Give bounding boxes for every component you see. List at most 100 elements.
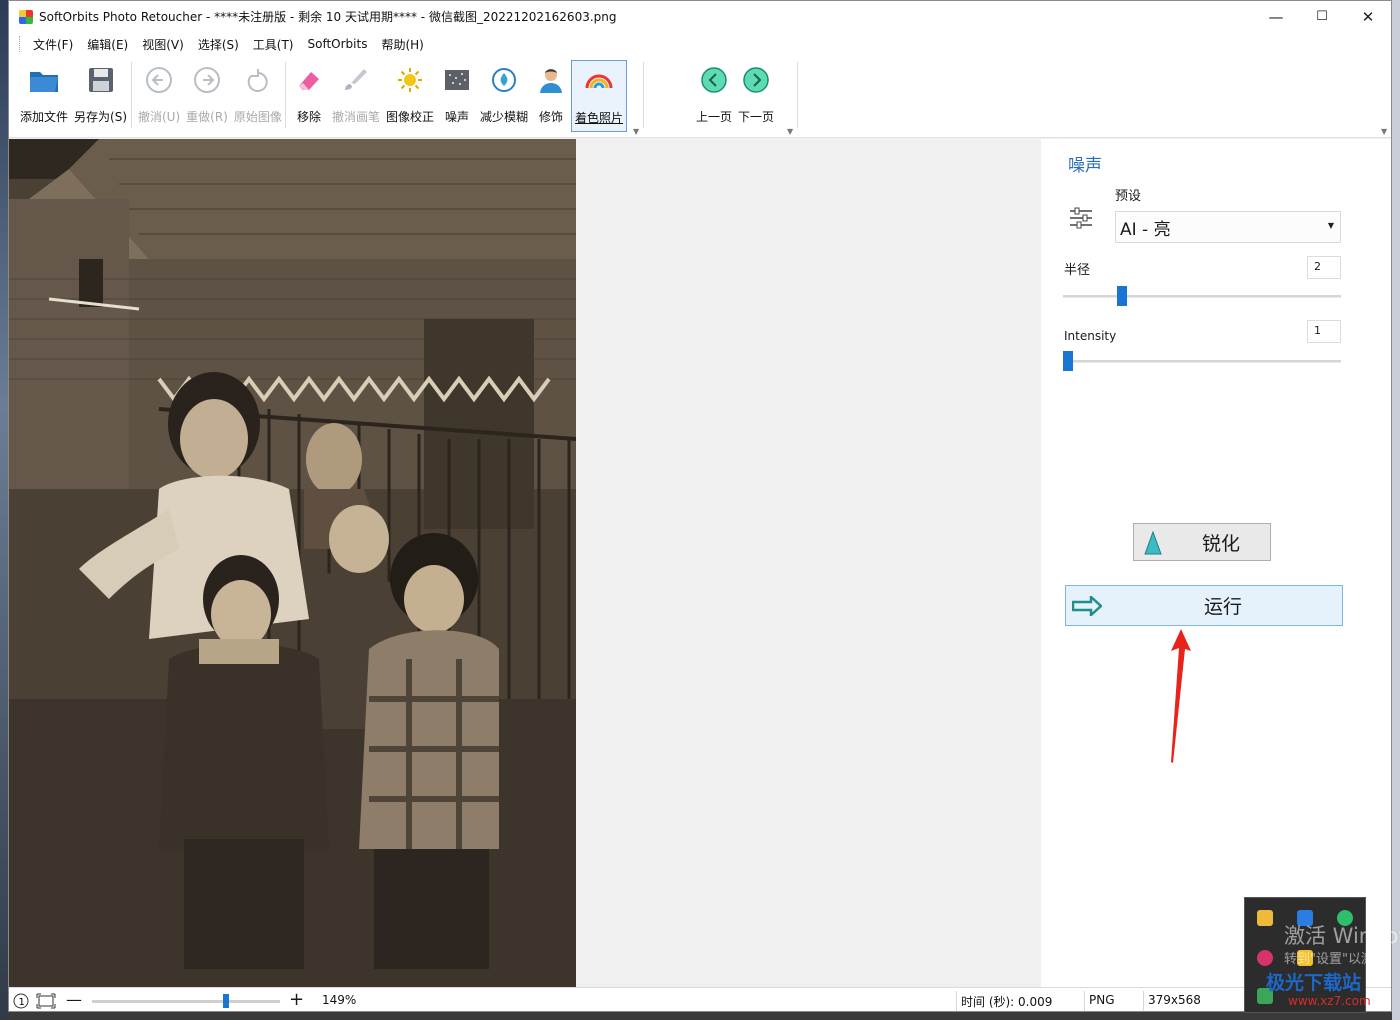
- previous-page-label: 上一页: [696, 110, 733, 124]
- menu-grip: [19, 36, 21, 52]
- zoom-out-button[interactable]: —: [66, 990, 82, 1009]
- window-title: SoftOrbits Photo Retoucher - ****未注册版 - …: [39, 10, 617, 24]
- colorize-photo-button[interactable]: 着色照片: [571, 60, 628, 132]
- minimize-button[interactable]: —: [1253, 1, 1299, 32]
- menu-help[interactable]: 帮助(H): [374, 36, 430, 53]
- add-file-button[interactable]: 添加文件: [17, 60, 71, 132]
- status-bar: 1 — + 149% 时间 (秒): 0.009 PNG 379x568: [9, 987, 1391, 1011]
- actual-size-icon[interactable]: 1: [13, 993, 29, 1009]
- menu-file[interactable]: 文件(F): [26, 36, 80, 53]
- status-separator: [1084, 991, 1085, 1011]
- sharpen-button[interactable]: 锐化: [1133, 523, 1271, 561]
- previous-page-icon: [697, 62, 731, 98]
- svg-text:1: 1: [19, 997, 25, 1008]
- deblur-button[interactable]: 减少模糊: [477, 60, 531, 132]
- tray-app-icon[interactable]: [1257, 910, 1273, 926]
- zoom-slider-thumb[interactable]: [223, 994, 229, 1008]
- redo-icon: [190, 62, 224, 98]
- noise-button[interactable]: 噪声: [437, 60, 477, 132]
- photo-preview[interactable]: [9, 139, 576, 987]
- retouch-label: 修饰: [539, 110, 564, 124]
- panel-title: 噪声: [1068, 156, 1102, 176]
- intensity-slider[interactable]: [1063, 351, 1341, 371]
- remove-button[interactable]: 移除: [289, 60, 329, 132]
- tray-app2-icon[interactable]: [1257, 950, 1273, 966]
- next-page-button[interactable]: 下一页: [735, 60, 777, 132]
- add-file-label: 添加文件: [20, 110, 69, 124]
- image-correction-button[interactable]: 图像校正: [383, 60, 437, 132]
- toolbar: 添加文件 另存为(S) 撤消(U) 重做(R) 原始图像 移除 撤消画笔 图像校…: [9, 56, 1391, 138]
- remove-label: 移除: [296, 110, 321, 124]
- next-page-label: 下一页: [738, 110, 775, 124]
- maximize-button[interactable]: ☐: [1299, 1, 1345, 32]
- menu-select[interactable]: 选择(S): [191, 36, 246, 53]
- deblur-icon: [487, 62, 521, 98]
- menu-view[interactable]: 视图(V): [135, 36, 191, 53]
- menu-softorbits[interactable]: SoftOrbits: [301, 37, 375, 51]
- settings-panel: 噪声 预设 AI - 亮 ▼ 半径 2 Intensity 1 锐化 运行: [1041, 139, 1391, 987]
- open-folder-icon: [27, 62, 61, 98]
- sepia-photo-image: [9, 139, 576, 987]
- toolbar-overflow-icon[interactable]: ▼: [633, 127, 639, 136]
- app-logo-icon: [19, 9, 33, 24]
- eraser-icon: [292, 62, 326, 98]
- zoom-slider[interactable]: [92, 994, 280, 1008]
- zoom-in-button[interactable]: +: [289, 989, 304, 1010]
- zoom-percent: 149%: [322, 993, 357, 1007]
- toolbar-nav-group: 上一页 下一页: [693, 60, 777, 134]
- site-watermark: 极光下载站: [1266, 972, 1362, 994]
- colorize-photo-label: 着色照片: [575, 111, 624, 125]
- radius-slider-thumb[interactable]: [1117, 286, 1127, 306]
- image-dimensions: 379x568: [1148, 993, 1201, 1007]
- undo-button[interactable]: 撤消(U): [135, 60, 183, 132]
- save-as-button[interactable]: 另存为(S): [71, 60, 130, 132]
- intensity-label: Intensity: [1064, 329, 1117, 343]
- undo-brush-label: 撤消画笔: [332, 110, 381, 124]
- desktop-background-right: [1392, 0, 1400, 1020]
- activate-windows-hint: 转到"设置"以激活: [1284, 952, 1387, 967]
- preset-value: AI - 亮: [1120, 219, 1171, 240]
- toolbar-overflow-icon[interactable]: ▼: [1381, 127, 1387, 136]
- title-bar: SoftOrbits Photo Retoucher - ****未注册版 - …: [9, 1, 1391, 32]
- radius-slider[interactable]: [1063, 286, 1341, 306]
- redo-button[interactable]: 重做(R): [183, 60, 231, 132]
- sliders-icon[interactable]: [1069, 206, 1093, 230]
- fit-to-window-icon[interactable]: [36, 993, 56, 1009]
- toolbar-separator: [797, 62, 798, 128]
- image-correction-label: 图像校正: [386, 110, 435, 124]
- app-window: SoftOrbits Photo Retoucher - ****未注册版 - …: [8, 0, 1392, 1012]
- undo-brush-button[interactable]: 撤消画笔: [329, 60, 383, 132]
- desktop-background-left: [0, 0, 8, 1020]
- image-format: PNG: [1089, 993, 1115, 1007]
- preset-dropdown[interactable]: AI - 亮 ▼: [1115, 211, 1341, 243]
- retouch-button[interactable]: 修饰: [531, 60, 571, 132]
- original-image-icon: [241, 62, 275, 98]
- radius-value-input[interactable]: 2: [1307, 256, 1341, 279]
- activate-windows-title: 激活 Windows: [1284, 924, 1400, 948]
- previous-page-button[interactable]: 上一页: [693, 60, 735, 132]
- processing-time: 时间 (秒): 0.009: [961, 995, 1053, 1009]
- radius-label: 半径: [1064, 263, 1091, 278]
- sharpen-label: 锐化: [1202, 532, 1241, 555]
- save-icon: [84, 62, 118, 98]
- brightness-icon: [393, 62, 427, 98]
- retouch-person-icon: [534, 62, 568, 98]
- intensity-value-input[interactable]: 1: [1307, 320, 1341, 343]
- preset-label: 预设: [1115, 189, 1142, 204]
- menu-tools[interactable]: 工具(T): [246, 36, 301, 53]
- menu-edit[interactable]: 编辑(E): [80, 36, 135, 53]
- status-separator: [1143, 991, 1144, 1011]
- run-button[interactable]: 运行: [1065, 585, 1343, 626]
- intensity-slider-thumb[interactable]: [1063, 351, 1073, 371]
- window-controls: — ☐ ✕: [1253, 1, 1391, 32]
- toolbar-history-group: 撤消(U) 重做(R) 原始图像: [135, 60, 285, 134]
- undo-icon: [142, 62, 176, 98]
- next-page-icon: [739, 62, 773, 98]
- site-url-watermark: www.xz7.com: [1288, 994, 1371, 1008]
- toolbar-tools-group: 移除 撤消画笔 图像校正 噪声 减少模糊 修饰 着色照片: [289, 60, 628, 134]
- close-button[interactable]: ✕: [1345, 1, 1391, 32]
- toolbar-overflow-icon[interactable]: ▼: [787, 127, 793, 136]
- original-image-button[interactable]: 原始图像: [231, 60, 285, 132]
- colorize-rainbow-icon: [582, 63, 616, 99]
- image-canvas[interactable]: [9, 139, 1041, 987]
